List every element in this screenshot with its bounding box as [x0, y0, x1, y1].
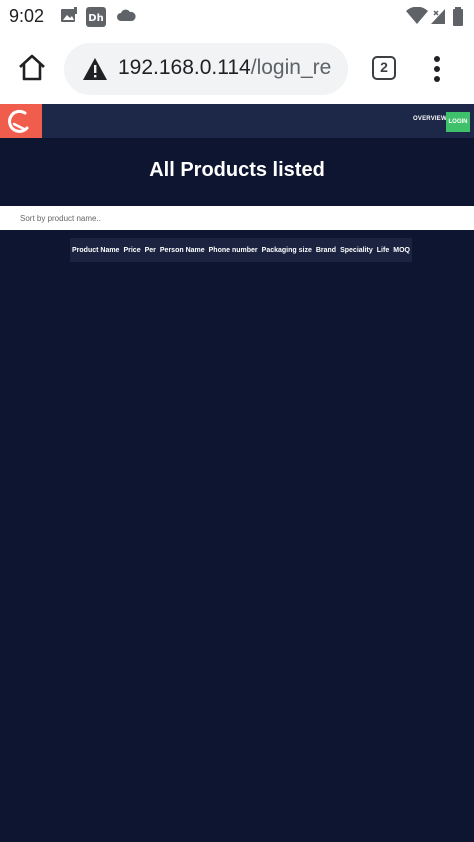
- url-path: /login_re: [250, 56, 332, 79]
- site-logo-icon[interactable]: [0, 104, 42, 138]
- col-per[interactable]: Per: [143, 238, 158, 262]
- svg-text:Dh: Dh: [88, 13, 103, 24]
- table-header-row: Product Name Price Per Person Name Phone…: [70, 238, 412, 262]
- page-title: All Products listed: [149, 159, 325, 181]
- battery-icon: [452, 7, 464, 32]
- signal-icon: [430, 7, 446, 30]
- app-dh-icon: Dh: [86, 7, 106, 32]
- more-vert-icon[interactable]: [428, 54, 446, 84]
- col-speciality[interactable]: Speciality: [338, 238, 375, 262]
- url-bar[interactable]: 192.168.0.114/login_re: [64, 43, 348, 95]
- gallery-icon: [60, 7, 78, 30]
- status-bar: 9:02 Dh: [0, 0, 474, 34]
- col-packaging-size[interactable]: Packaging size: [260, 238, 314, 262]
- tabs-icon[interactable]: 2: [372, 56, 396, 80]
- browser-toolbar: 192.168.0.114/login_re 2: [0, 34, 474, 104]
- nav-overview-link[interactable]: OVERVIEW: [413, 116, 447, 122]
- col-person-name[interactable]: Person Name: [158, 238, 207, 262]
- col-brand[interactable]: Brand: [314, 238, 338, 262]
- cloud-icon: [116, 7, 136, 28]
- page-header: All Products listed: [0, 138, 474, 206]
- col-product-name[interactable]: Product Name: [70, 238, 121, 262]
- home-icon[interactable]: [16, 52, 48, 84]
- col-moq[interactable]: MOQ: [391, 238, 412, 262]
- warning-icon[interactable]: [82, 57, 108, 81]
- nav-login-button[interactable]: LOGIN: [446, 112, 470, 132]
- sort-input[interactable]: [0, 206, 474, 230]
- url-host: 192.168.0.114: [118, 56, 251, 79]
- col-price[interactable]: Price: [121, 238, 142, 262]
- url-text: 192.168.0.114/login_re: [118, 56, 331, 80]
- col-life[interactable]: Life: [375, 238, 391, 262]
- col-phone-number[interactable]: Phone number: [207, 238, 260, 262]
- site-navbar: OVERVIEW LOGIN: [0, 104, 474, 138]
- products-table: Product Name Price Per Person Name Phone…: [70, 238, 412, 262]
- wifi-icon: [406, 6, 428, 30]
- status-time: 9:02: [9, 6, 45, 26]
